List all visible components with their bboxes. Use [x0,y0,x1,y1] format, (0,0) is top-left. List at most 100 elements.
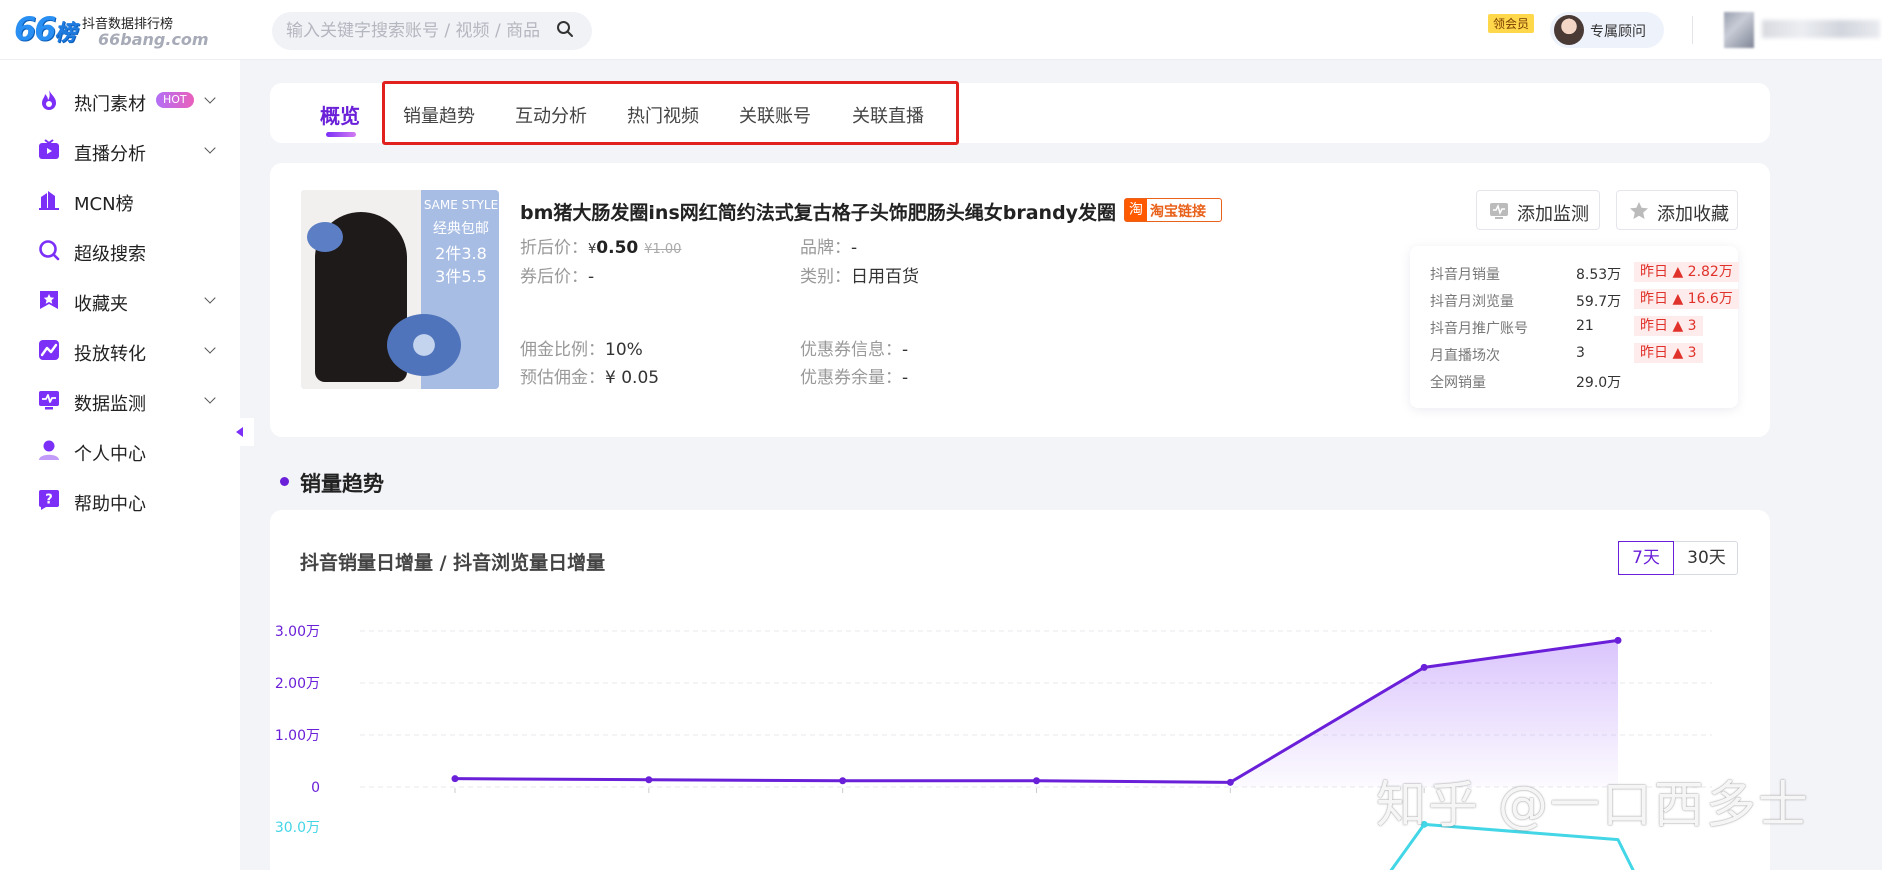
coupon-price: - [588,267,595,287]
user-name-blurred[interactable] [1762,20,1880,38]
advisor-avatar [1554,15,1584,45]
sidebar-item-label: MCN榜 [74,194,134,215]
sidebar-item-live-analysis[interactable]: 直播分析 [38,135,228,165]
image-scrunchie [387,314,461,376]
data-point [839,777,847,785]
stat-label: 月直播场次 [1430,348,1500,364]
chart-title: 抖音销量日增量 / 抖音浏览量日增量 [300,552,606,574]
section-bullet [280,477,289,486]
add-favorite-button[interactable]: 添加收藏 [1616,190,1738,230]
tab-related-live[interactable]: 关联直播 [852,102,924,128]
search-bar [272,12,592,50]
est-commission-field: 预估佣金：¥ 0.05 [520,363,659,388]
coupon-price-field: 券后价：- [520,262,594,287]
chevron-down-icon [204,342,216,354]
sidebar-item-hot-material[interactable]: 热门素材 HOT [38,85,228,115]
brand-label: 品牌： [800,238,851,258]
logo-mark: 66榜 [14,10,77,48]
sidebar-collapse-button[interactable] [228,418,254,446]
add-monitor-label: 添加监测 [1517,204,1589,225]
stat-label: 抖音月浏览量 [1430,294,1514,310]
tabs-bar [270,83,1770,143]
sidebar-item-label: 帮助中心 [74,494,146,515]
stat-change-badge: 昨日 ▲ 3 [1634,343,1703,363]
image-caption-price-3: 3件5.5 [435,267,487,286]
category-value: 日用百货 [851,267,919,287]
star-icon [40,291,58,309]
sidebar-item-data-monitor[interactable]: 数据监测 [38,385,228,415]
range-30d-button[interactable]: 30天 [1675,542,1738,574]
search-icon[interactable] [556,20,574,38]
stat-value: 59.7万 [1576,294,1622,310]
sidebar-item-label: 超级搜索 [74,244,146,265]
site-logo[interactable]: 66榜 抖音数据排行榜 66bang.com [14,8,209,52]
data-point [1420,663,1428,671]
taobao-link-label: 淘宝链接 [1150,204,1206,220]
data-point [1614,636,1622,644]
stat-change-badge: 昨日 ▲ 16.6万 [1634,289,1739,309]
sidebar-item-help-center[interactable]: ? 帮助中心 [38,485,228,515]
image-caption-shipping: 经典包邮 [433,221,489,237]
stat-value: 3 [1576,345,1585,361]
stat-change-badge: 昨日 ▲ 2.82万 [1634,262,1739,282]
coupon-price-label: 券后价： [520,267,588,287]
data-point [451,775,459,783]
discount-price: 0.50 [596,238,639,258]
chevron-down-icon [204,292,216,304]
logo-mark-suffix: 榜 [54,21,77,46]
user-icon [39,440,59,460]
range-toggle: 7天 30天 [1618,541,1738,575]
original-price: ¥1.00 [644,242,682,257]
svg-text:?: ? [45,493,53,508]
chevron-down-icon [204,142,216,154]
data-point [645,776,653,784]
stat-value: 21 [1576,318,1594,334]
est-commission-value: ¥ 0.05 [605,368,660,388]
building-icon [39,191,59,210]
tab-interaction-analysis[interactable]: 互动分析 [515,102,587,128]
discount-price-field: 折后价：¥0.50 ¥1.00 [520,233,681,258]
stat-value: 29.0万 [1576,375,1622,391]
coupon-info-field: 优惠券信息：- [800,335,908,360]
user-avatar[interactable] [1724,12,1754,48]
sidebar-item-super-search[interactable]: 超级搜索 [38,235,228,265]
taobao-link[interactable]: 淘 淘宝链接 [1124,198,1222,222]
chevron-down-icon [204,92,216,104]
tab-related-accounts[interactable]: 关联账号 [739,102,811,128]
range-7d-button[interactable]: 7天 [1618,541,1674,575]
monitor-icon [1490,203,1508,219]
data-point [1033,777,1040,785]
y-tick-label: 0 [311,780,320,796]
brand-value: - [851,238,858,258]
commission-rate-label: 佣金比例： [520,340,605,360]
brand-field: 品牌：- [800,233,857,258]
sidebar-item-personal-center[interactable]: 个人中心 [38,435,228,465]
tab-sales-trend[interactable]: 销量趋势 [403,102,475,128]
coupon-left-value: - [902,368,909,388]
coupon-left-field: 优惠券余量：- [800,363,908,388]
help-icon: ? [39,490,59,510]
stat-row: 抖音月浏览量 59.7万 昨日 ▲ 16.6万 [1430,289,1739,310]
sidebar-item-mcn[interactable]: MCN榜 [38,185,228,215]
product-title[interactable]: bm猪大肠发圈ins网红简约法式复古格子头饰肥肠头绳女brandy发圈 [520,198,1116,225]
chevron-down-icon [204,392,216,404]
vip-badge[interactable]: 领会员 [1488,14,1535,33]
search-input[interactable] [272,12,542,50]
taobao-icon: 淘 [1125,199,1147,221]
advisor-button[interactable]: 专属顾问 [1550,12,1664,48]
add-monitor-button[interactable]: 添加监测 [1476,190,1600,230]
sidebar-item-favorites[interactable]: 收藏夹 [38,285,228,315]
tab-overview[interactable]: 概览 [320,100,360,129]
stat-row: 抖音月推广账号 21 昨日 ▲ 3 [1430,316,1730,337]
watermark: 知乎 @一口西多士 [1376,776,1810,834]
y-tick-label: 3.00万 [275,624,320,640]
sidebar-item-ad-conversion[interactable]: 投放转化 [38,335,228,365]
image-caption-price-2: 2件3.8 [435,244,487,263]
hot-badge: HOT [156,92,194,108]
logo-domain: 66bang.com [98,30,209,49]
coupon-info-value: - [902,340,909,360]
sidebar-item-label: 投放转化 [74,344,146,365]
search-icon [39,240,60,261]
stat-label: 全网销量 [1430,375,1486,391]
tab-hot-videos[interactable]: 热门视频 [627,102,699,128]
